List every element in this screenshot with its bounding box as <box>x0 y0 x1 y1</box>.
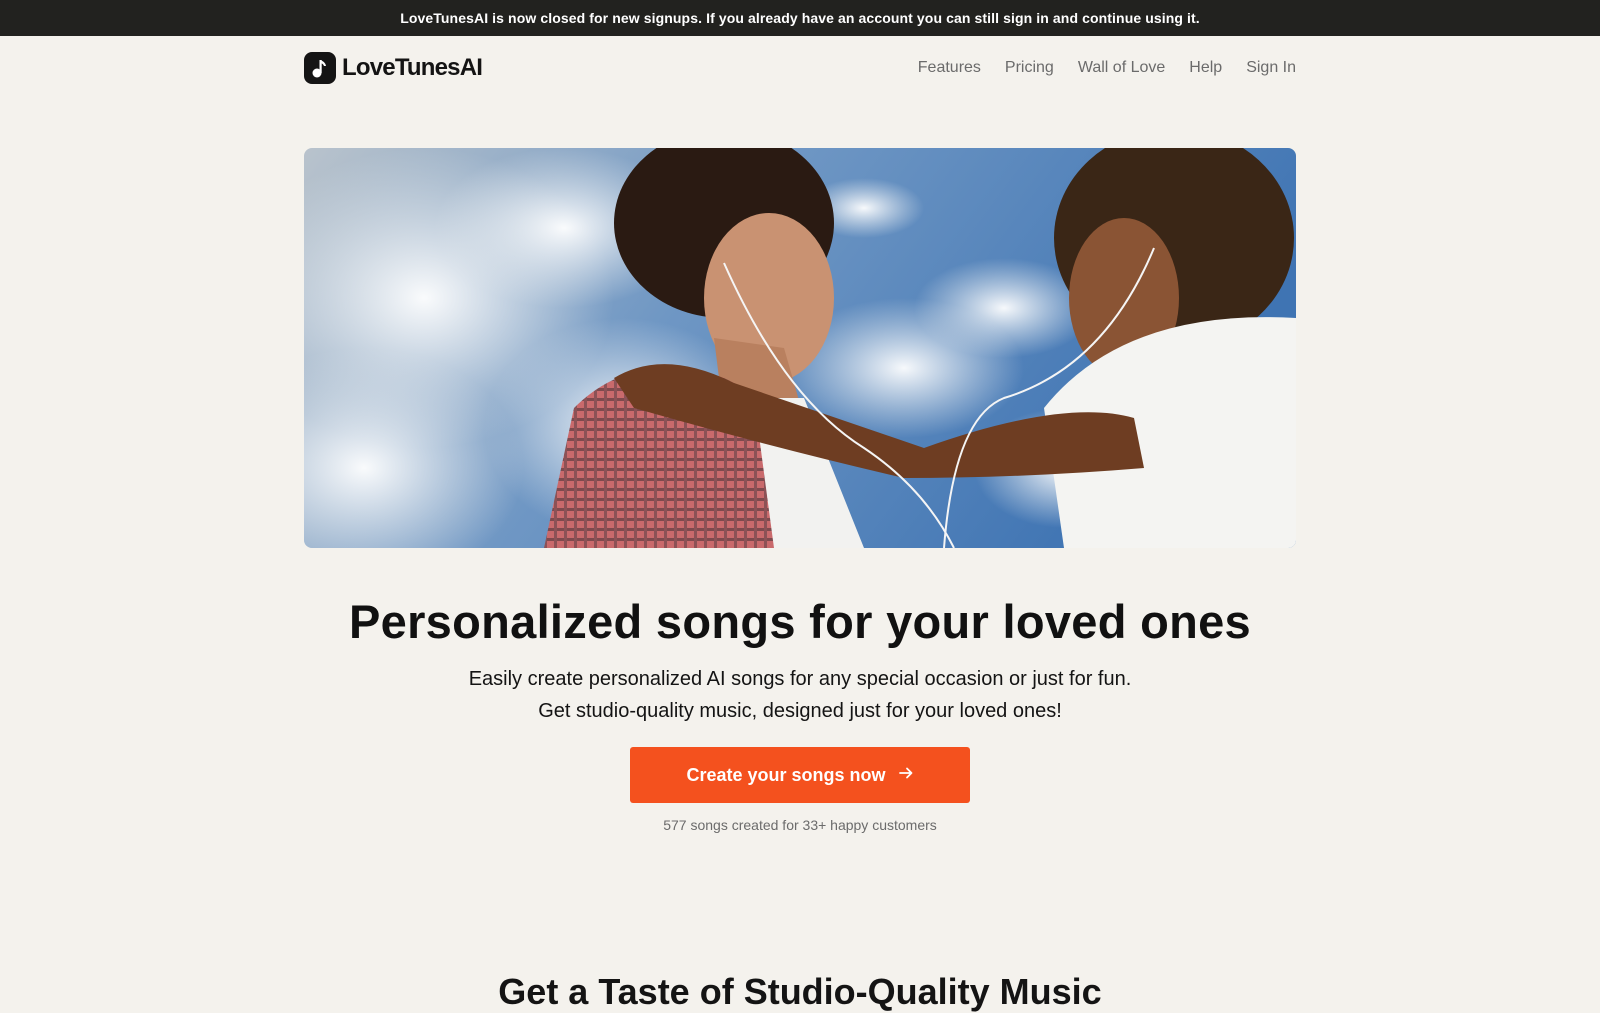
hero-subtitle-line-2: Get studio-quality music, designed just … <box>538 700 1062 722</box>
hero-image <box>304 148 1296 548</box>
banner-text: LoveTunesAI is now closed for new signup… <box>400 10 1200 26</box>
nav-link-features[interactable]: Features <box>918 59 981 77</box>
hero-stats: 577 songs created for 33+ happy customer… <box>663 817 937 833</box>
music-note-icon <box>304 52 336 84</box>
announcement-banner: LoveTunesAI is now closed for new signup… <box>0 0 1600 36</box>
nav-link-wall-of-love[interactable]: Wall of Love <box>1078 59 1165 77</box>
nav-link-sign-in[interactable]: Sign In <box>1246 59 1296 77</box>
create-songs-button[interactable]: Create your songs now <box>630 747 970 803</box>
arrow-right-icon <box>898 765 914 786</box>
create-songs-button-label: Create your songs now <box>686 764 886 785</box>
hero-subtitle-line-1: Easily create personalized AI songs for … <box>468 668 1132 690</box>
section-title-taste: Get a Taste of Studio-Quality Music <box>498 971 1102 1012</box>
hero-headline: Personalized songs for your loved ones <box>349 595 1251 648</box>
nav-link-pricing[interactable]: Pricing <box>1005 59 1054 77</box>
nav-links: Features Pricing Wall of Love Help Sign … <box>918 59 1296 77</box>
hero-subtitle: Easily create personalized AI songs for … <box>0 663 1600 727</box>
brand-name: LoveTunesAI <box>342 54 483 81</box>
brand-link[interactable]: LoveTunesAI <box>304 52 483 84</box>
top-navigation: LoveTunesAI Features Pricing Wall of Lov… <box>304 36 1296 100</box>
nav-link-help[interactable]: Help <box>1189 59 1222 77</box>
hero-section: Personalized songs for your loved ones E… <box>0 594 1600 833</box>
